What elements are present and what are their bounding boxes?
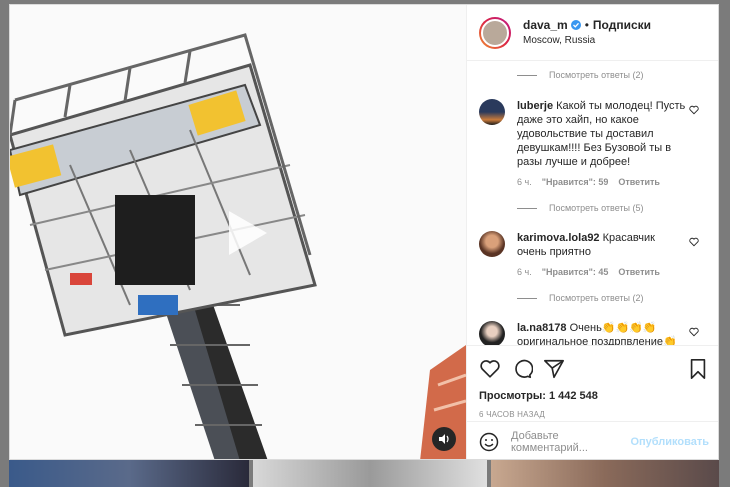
- post-header: dava_m • Подписки Moscow, Russia: [467, 5, 718, 61]
- related-post-thumb[interactable]: [491, 460, 719, 487]
- location-link[interactable]: Moscow, Russia: [523, 33, 651, 48]
- add-comment-bar: Добавьте комментарий... Опубликовать: [467, 421, 718, 459]
- avatar[interactable]: [479, 231, 505, 257]
- post-time[interactable]: 6 ЧАСОВ НАЗАД: [479, 410, 709, 419]
- publish-button[interactable]: Опубликовать: [630, 436, 709, 448]
- reply-button[interactable]: Ответить: [618, 267, 660, 277]
- heart-icon[interactable]: [689, 105, 699, 115]
- separator-dot: •: [584, 17, 589, 32]
- post-actions: Просмотры: 1 442 548 6 ЧАСОВ НАЗАД: [467, 345, 718, 421]
- following-button[interactable]: Подписки: [593, 18, 651, 33]
- comment-time[interactable]: 6 ч.: [517, 267, 532, 277]
- avatar[interactable]: [479, 16, 511, 49]
- view-replies-button[interactable]: Посмотреть ответы (2): [517, 291, 709, 305]
- view-replies-label: Посмотреть ответы (2): [549, 70, 644, 80]
- comment-item: la.na8178 Очень👏👏👏👏 оригинальное поздрпв…: [479, 321, 709, 345]
- view-replies-label: Посмотреть ответы (5): [549, 203, 644, 213]
- comment-meta: 6 ч. "Нравится": 59 Ответить: [517, 177, 709, 187]
- related-post-thumb[interactable]: [253, 460, 487, 487]
- comment-time[interactable]: 6 ч.: [517, 177, 532, 187]
- share-icon[interactable]: [543, 358, 565, 380]
- view-replies-label: Посмотреть ответы (2): [549, 293, 644, 303]
- author-username[interactable]: dava_m: [523, 18, 568, 33]
- emoji-icon[interactable]: [479, 432, 499, 452]
- comment-username[interactable]: la.na8178: [517, 322, 567, 334]
- sound-icon[interactable]: [432, 427, 456, 451]
- bookmark-icon[interactable]: [687, 358, 709, 380]
- heart-icon[interactable]: [689, 237, 699, 247]
- comment-username[interactable]: karimova.lola92: [517, 232, 600, 244]
- views-count[interactable]: Просмотры: 1 442 548: [479, 390, 709, 402]
- comment-icon[interactable]: [511, 358, 533, 380]
- comments-list: Посмотреть ответы (2) luberje Какой ты м…: [467, 62, 718, 345]
- verified-icon: [570, 20, 581, 30]
- video-player[interactable]: [10, 5, 466, 459]
- reply-button[interactable]: Ответить: [618, 177, 660, 187]
- avatar[interactable]: [479, 99, 505, 125]
- comment-likes[interactable]: "Нравится": 45: [542, 267, 609, 277]
- post-modal: dava_m • Подписки Moscow, Russia Посмотр…: [9, 4, 719, 460]
- view-replies-button[interactable]: Посмотреть ответы (2): [517, 68, 709, 82]
- comment-meta: 6 ч. "Нравится": 45 Ответить: [517, 267, 709, 277]
- heart-icon[interactable]: [479, 358, 501, 380]
- post-sidebar: dava_m • Подписки Moscow, Russia Посмотр…: [466, 5, 718, 459]
- avatar[interactable]: [479, 321, 505, 345]
- heart-icon[interactable]: [689, 327, 699, 337]
- view-replies-button[interactable]: Посмотреть ответы (5): [517, 201, 709, 215]
- comment-item: luberje Какой ты молодец! Пусть даже это…: [479, 99, 709, 169]
- comment-username[interactable]: luberje: [517, 100, 553, 112]
- related-post-thumb[interactable]: [9, 460, 249, 487]
- play-icon[interactable]: [215, 205, 271, 261]
- comment-input[interactable]: Добавьте комментарий...: [511, 430, 630, 454]
- comment-likes[interactable]: "Нравится": 59: [542, 177, 609, 187]
- related-posts-strip: [9, 460, 719, 487]
- comment-item: karimova.lola92 Красавчик очень приятно: [479, 231, 709, 259]
